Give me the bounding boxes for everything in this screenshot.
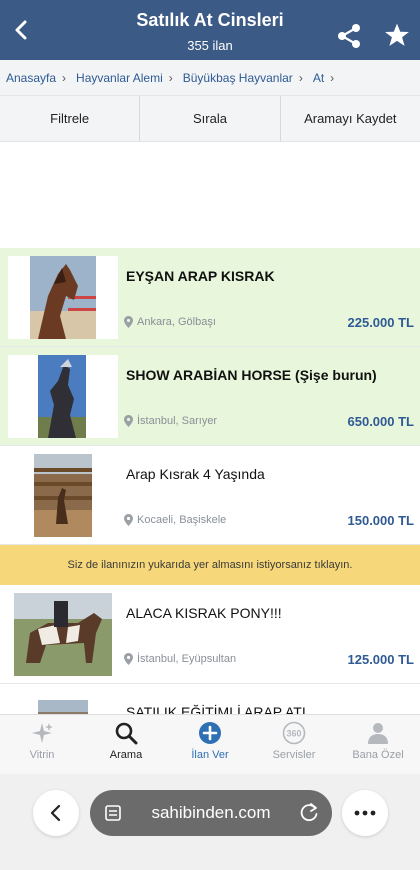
listing-item[interactable]: SHOW ARABİAN HORSE (Şişe burun) İstanbul… xyxy=(0,347,420,446)
listing-item[interactable]: ALACA KISRAK PONY!!! İstanbul, Eyüpsulta… xyxy=(0,585,420,684)
breadcrumb-item-home[interactable]: Anasayfa › xyxy=(6,71,66,85)
filter-button[interactable]: Filtrele xyxy=(0,96,141,141)
header-bar: Satılık At Cinsleri 355 ilan xyxy=(0,0,420,60)
chevron-right-icon: › xyxy=(62,70,67,85)
filter-bar: Filtrele Sırala Aramayı Kaydet xyxy=(0,96,420,142)
tab-label: Bana Özel xyxy=(352,749,404,761)
person-icon xyxy=(368,723,388,744)
listing-location: İstanbul, Sarıyer xyxy=(124,415,217,427)
location-text: İstanbul, Sarıyer xyxy=(137,415,218,427)
browser-back-button[interactable] xyxy=(33,790,79,836)
more-icon xyxy=(354,810,376,816)
listing-item[interactable]: EYŞAN ARAP KISRAK Ankara, Gölbaşı 225.00… xyxy=(0,248,420,347)
listing-thumbnail xyxy=(8,593,118,676)
listing-price: 150.000 TL xyxy=(347,513,415,528)
star-icon[interactable] xyxy=(384,22,410,48)
search-icon xyxy=(115,722,138,745)
breadcrumb-item-animals[interactable]: Hayvanlar Alemi › xyxy=(76,71,173,85)
chevron-left-icon xyxy=(50,804,61,822)
plus-circle-icon xyxy=(199,722,221,744)
breadcrumb-label: Büyükbaş Hayvanlar xyxy=(182,70,293,85)
breadcrumb-label: Hayvanlar Alemi xyxy=(76,70,163,85)
breadcrumb: Anasayfa › Hayvanlar Alemi › Büyükbaş Hayv… xyxy=(0,60,420,96)
save-search-button[interactable]: Aramayı Kaydet xyxy=(281,96,420,141)
tab-personal[interactable]: Bana Özel xyxy=(336,715,420,774)
browser-toolbar: sahibinden.com xyxy=(0,774,420,870)
listing-thumbnail xyxy=(8,355,118,438)
location-pin-icon xyxy=(124,415,133,427)
tab-label: Vitrin xyxy=(29,749,55,761)
breadcrumb-item-livestock[interactable]: Büyükbaş Hayvanlar › xyxy=(183,71,303,85)
location-pin-icon xyxy=(124,514,133,526)
breadcrumb-label: At xyxy=(312,70,325,85)
tab-services[interactable]: 360 Servisler xyxy=(252,715,336,774)
tab-label: Servisler xyxy=(272,749,316,761)
url-domain: sahibinden.com xyxy=(151,803,271,822)
location-text: İstanbul, Eyüpsultan xyxy=(137,653,237,665)
listing-location: Ankara, Gölbaşı xyxy=(124,316,216,328)
tab-label: Arama xyxy=(109,749,143,761)
listing-title: EYŞAN ARAP KISRAK xyxy=(126,268,275,284)
app: Satılık At Cinsleri 355 ilan Anasayfa › H… xyxy=(0,0,420,870)
svg-text:360: 360 xyxy=(286,729,301,739)
ad-placeholder xyxy=(0,142,420,248)
more-button[interactable] xyxy=(342,790,388,836)
location-pin-icon xyxy=(124,653,133,665)
listing-price: 225.000 TL xyxy=(347,315,415,330)
listing-title: SHOW ARABİAN HORSE (Şişe burun) xyxy=(126,367,377,383)
listing-thumbnail xyxy=(8,454,118,537)
chevron-right-icon: › xyxy=(330,70,335,85)
location-pin-icon xyxy=(124,316,133,328)
listing-thumbnail xyxy=(8,256,118,339)
listing-location: Kocaeli, Başiskele xyxy=(124,514,226,526)
sparkle-icon xyxy=(32,723,53,743)
listing-item[interactable]: Arap Kısrak 4 Yaşında Kocaeli, Başiskele… xyxy=(0,446,420,545)
bottom-tab-bar: Vitrin Arama İlan Ver 360 Servisler Bana… xyxy=(0,714,420,774)
reload-icon[interactable] xyxy=(298,802,320,824)
chevron-right-icon: › xyxy=(298,70,303,85)
horse-photo xyxy=(30,256,96,339)
share-icon[interactable] xyxy=(335,22,363,50)
sort-button[interactable]: Sırala xyxy=(140,96,281,141)
address-bar[interactable]: sahibinden.com xyxy=(90,790,332,836)
chevron-right-icon: › xyxy=(168,70,173,85)
promo-banner[interactable]: Siz de ilanınızın yukarıda yer almasını … xyxy=(0,545,420,585)
tab-search[interactable]: Arama xyxy=(84,715,168,774)
breadcrumb-label: Anasayfa xyxy=(6,70,57,85)
horse-photo xyxy=(14,593,112,676)
location-text: Ankara, Gölbaşı xyxy=(137,316,216,328)
tab-label: İlan Ver xyxy=(191,749,229,761)
tab-vitrin[interactable]: Vitrin xyxy=(0,715,84,774)
breadcrumb-item-horse[interactable]: At › xyxy=(313,71,334,85)
location-text: Kocaeli, Başiskele xyxy=(137,514,227,526)
listing-location: İstanbul, Eyüpsultan xyxy=(124,653,236,665)
360-icon: 360 xyxy=(282,721,306,745)
tab-post-ad[interactable]: İlan Ver xyxy=(168,715,252,774)
listing-price: 650.000 TL xyxy=(347,414,415,429)
horse-photo xyxy=(34,454,92,537)
listing-title: Arap Kısrak 4 Yaşında xyxy=(126,466,265,482)
listing-title: ALACA KISRAK PONY!!! xyxy=(126,605,282,621)
horse-photo xyxy=(38,355,86,438)
listing-price: 125.000 TL xyxy=(347,652,415,667)
